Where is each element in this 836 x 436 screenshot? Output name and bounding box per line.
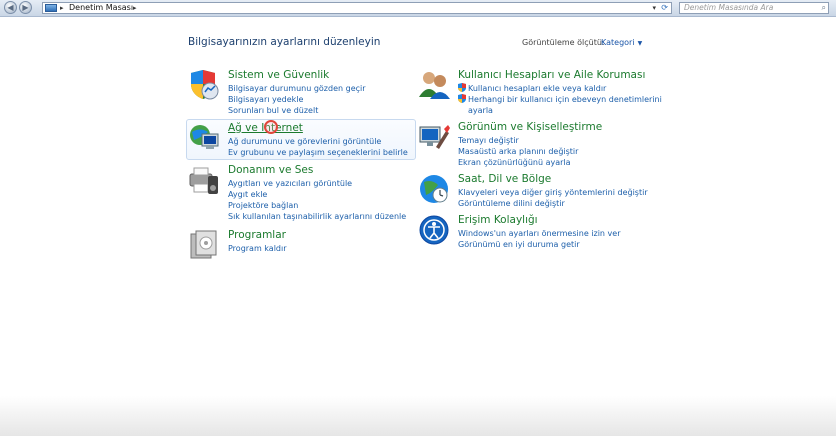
uac-shield-icon — [458, 83, 466, 92]
breadcrumb-arrow-icon[interactable]: ▸ — [133, 3, 137, 13]
link-optimize-display[interactable]: Görünümü en iyi duruma getir — [458, 239, 620, 250]
link-display-language[interactable]: Görüntüleme dilini değiştir — [458, 198, 648, 209]
search-icon[interactable]: ⌕ — [822, 3, 826, 13]
link-review-status[interactable]: Bilgisayar durumunu gözden geçir — [228, 83, 366, 94]
clock-globe-icon — [420, 175, 448, 203]
page-title: Bilgisayarınızın ayarlarını düzenleyin — [188, 36, 381, 48]
shield-security-icon — [191, 70, 219, 100]
control-panel-icon — [45, 4, 57, 12]
link-screen-resolution[interactable]: Ekran çözünürlüğünü ayarla — [458, 157, 578, 168]
link-homegroup[interactable]: Ev grubunu ve paylaşım seçeneklerini bel… — [228, 147, 408, 158]
link-backup[interactable]: Bilgisayarı yedekle — [228, 94, 366, 105]
link-parental-controls-cont[interactable]: ayarla — [458, 105, 662, 116]
link-uninstall-program[interactable]: Program kaldır — [228, 243, 287, 254]
refresh-icon[interactable]: ⟳ — [661, 3, 668, 13]
link-parental-controls[interactable]: Herhangi bir kullanıcı için ebeveyn dene… — [458, 94, 662, 105]
chevron-down-icon: ▼ — [637, 40, 643, 47]
category-title[interactable]: Saat, Dil ve Bölge — [458, 173, 551, 185]
category-title[interactable]: Erişim Kolaylığı — [458, 214, 538, 226]
link-projector[interactable]: Projektöre bağlan — [228, 200, 406, 211]
printer-speaker-icon — [189, 167, 218, 194]
category-title[interactable]: Görünüm ve Kişiselleştirme — [458, 121, 602, 133]
window-bottom-fade — [0, 396, 836, 436]
link-mobility-settings[interactable]: Sık kullanılan taşınabilirlik ayarlarını… — [228, 211, 406, 222]
link-add-device[interactable]: Aygıt ekle — [228, 189, 406, 200]
breadcrumb-control-panel[interactable]: Denetim Masası — [69, 3, 133, 13]
mouse-cursor-icon — [264, 120, 278, 134]
link-devices-printers[interactable]: Aygıtları ve yazıcıları görüntüle — [228, 178, 406, 189]
back-button[interactable]: ◀ — [4, 1, 17, 14]
category-title[interactable]: Kullanıcı Hesapları ve Aile Koruması — [458, 69, 645, 81]
link-keyboards-input[interactable]: Klavyeleri veya diğer giriş yöntemlerini… — [458, 187, 648, 198]
forward-button[interactable]: ▶ — [19, 1, 32, 14]
view-by-value: Kategori — [601, 38, 635, 47]
monitor-brush-icon — [419, 125, 450, 149]
link-add-remove-accounts[interactable]: Kullanıcı hesapları ekle veya kaldır — [458, 83, 662, 94]
category-title[interactable]: Programlar — [228, 229, 286, 241]
link-label: Herhangi bir kullanıcı için ebeveyn dene… — [468, 95, 662, 104]
category-title[interactable]: Donanım ve Ses — [228, 164, 313, 176]
address-dropdown-icon[interactable]: ▾ — [652, 3, 656, 13]
view-by-dropdown[interactable]: Kategori ▼ — [601, 38, 642, 47]
link-change-theme[interactable]: Temayı değiştir — [458, 135, 578, 146]
uac-shield-icon — [458, 94, 466, 103]
category-title[interactable]: Sistem ve Güvenlik — [228, 69, 329, 81]
network-globe-icon — [190, 125, 219, 149]
link-let-windows-suggest[interactable]: Windows'un ayarları önermesine izin ver — [458, 228, 620, 239]
address-bar[interactable]: ▸ Denetim Masası ▸ ▾ ⟳ — [42, 2, 672, 14]
users-icon — [419, 72, 450, 99]
ease-of-access-icon — [419, 215, 449, 245]
programs-box-icon — [190, 230, 217, 259]
search-placeholder: Denetim Masasında Ara — [684, 3, 774, 12]
link-label: Kullanıcı hesapları ekle veya kaldır — [468, 84, 607, 93]
link-desktop-background[interactable]: Masaüstü arka planını değiştir — [458, 146, 578, 157]
breadcrumb-arrow-icon[interactable]: ▸ — [60, 3, 64, 13]
link-network-status[interactable]: Ağ durumunu ve görevlerini görüntüle — [228, 136, 408, 147]
search-input[interactable]: Denetim Masasında Ara ⌕ — [679, 2, 829, 14]
view-by-label: Görüntüleme ölçütü: — [522, 38, 605, 47]
link-troubleshoot[interactable]: Sorunları bul ve düzelt — [228, 105, 366, 116]
address-toolbar: ◀ ▶ ▸ Denetim Masası ▸ ▾ ⟳ Denetim Masas… — [0, 0, 836, 17]
